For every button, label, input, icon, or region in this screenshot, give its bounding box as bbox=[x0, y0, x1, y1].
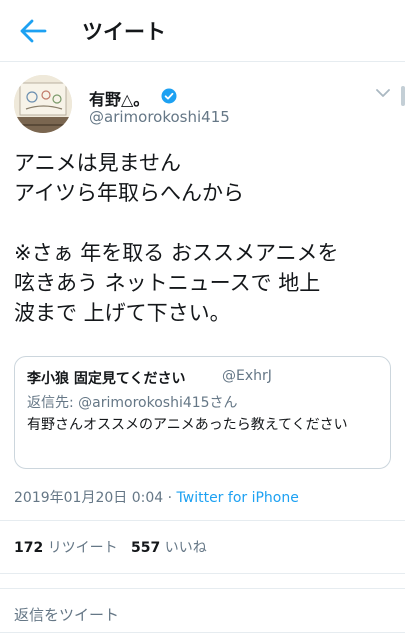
tweet-text-line: 波まで 上げて下さい。 bbox=[14, 301, 231, 325]
author-name[interactable]: 有野△。 bbox=[89, 86, 149, 110]
quoted-author-handle: @ExhrJ bbox=[222, 368, 272, 384]
tweet-text: アニメは見ません アイツら年取らへんから ※さぁ 年を取る おススメアニメを 呟… bbox=[14, 148, 394, 328]
quoted-tweet-text: 有野さんオススメのアニメあったら教えてください bbox=[27, 417, 348, 433]
tweet-text-line: アイツら年取らへんから bbox=[14, 181, 244, 205]
verified-badge-icon bbox=[161, 88, 177, 104]
reply-input[interactable]: 返信をツイート bbox=[14, 604, 119, 625]
tweet-text-line: アニメは見ません bbox=[14, 151, 181, 175]
retweet-label: リツイート bbox=[47, 540, 118, 556]
tweet-text-line: 呟きあう ネットニュースで 地上 bbox=[14, 271, 321, 295]
divider bbox=[0, 573, 405, 574]
tweet-text-line bbox=[14, 208, 394, 238]
retweet-count-link[interactable]: 172 リツイート bbox=[14, 540, 118, 556]
divider bbox=[0, 520, 405, 521]
quoted-author-name: 李小狼 固定見てください bbox=[27, 371, 186, 387]
tweet-source-link[interactable]: Twitter for iPhone bbox=[177, 490, 299, 506]
tweet-timestamp: 2019年01月20日 0:04 bbox=[14, 490, 164, 506]
divider bbox=[0, 588, 405, 589]
tweet-meta: 2019年01月20日 0:04 · Twitter for iPhone bbox=[14, 487, 299, 507]
like-count-link[interactable]: 557 いいね bbox=[131, 540, 207, 556]
like-count: 557 bbox=[131, 540, 161, 556]
like-label: いいね bbox=[164, 540, 207, 556]
tweet-stats: 172 リツイート 557 いいね bbox=[14, 537, 207, 557]
page-title: ツイート bbox=[82, 20, 166, 44]
retweet-count: 172 bbox=[14, 540, 44, 556]
meta-separator: · bbox=[167, 490, 173, 506]
tweet-text-line: ※さぁ 年を取る おススメアニメを bbox=[14, 241, 339, 265]
avatar-drawing-icon bbox=[14, 75, 72, 133]
chevron-down-icon[interactable] bbox=[375, 87, 391, 99]
author-handle[interactable]: @arimorokoshi415 bbox=[89, 108, 230, 126]
quoted-reply-to: 返信先: @arimorokoshi415さん bbox=[27, 395, 238, 411]
back-arrow-icon[interactable] bbox=[18, 17, 48, 45]
scrollbar[interactable] bbox=[401, 86, 405, 106]
app-header: ツイート bbox=[0, 0, 405, 62]
quoted-tweet[interactable]: 李小狼 固定見てください @ExhrJ 返信先: @arimorokoshi41… bbox=[14, 356, 391, 469]
avatar[interactable] bbox=[14, 75, 72, 133]
divider bbox=[0, 632, 405, 633]
